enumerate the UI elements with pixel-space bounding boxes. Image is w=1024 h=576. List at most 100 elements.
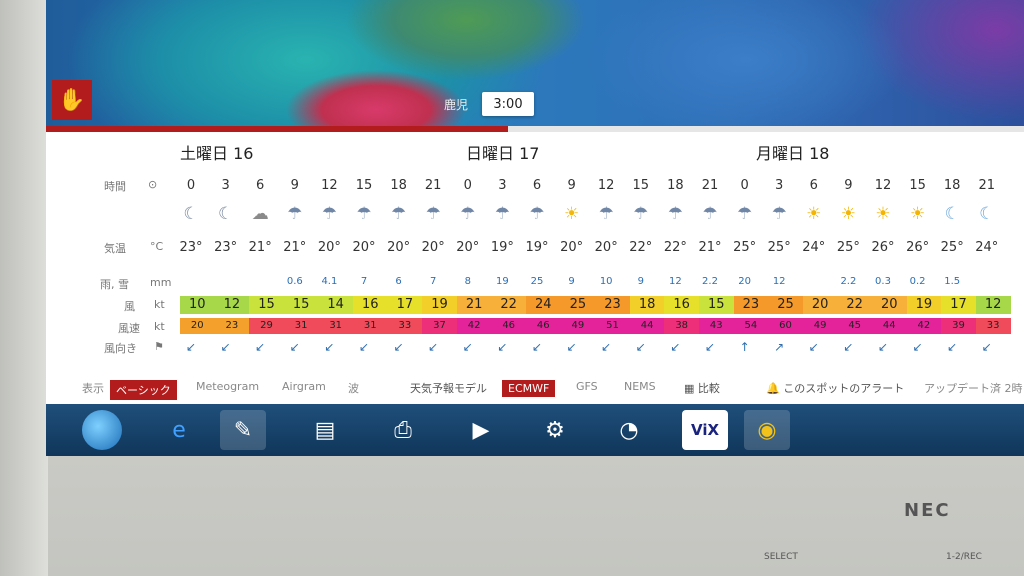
airgram-tab[interactable]: Airgram (282, 380, 326, 393)
bell-icon: 🔔 (766, 382, 780, 395)
hour-cell: 9 (290, 178, 299, 193)
map-city-label: 鹿児 (444, 98, 469, 112)
precip-cell: 7 (360, 276, 368, 287)
precip-cell: 1.5 (944, 276, 961, 287)
temp-cell: 22° (629, 240, 653, 255)
photo-app-icon[interactable]: ✎ (220, 410, 266, 450)
hour-cell: 12 (874, 178, 892, 193)
wind-value: 15 (292, 297, 310, 312)
precip-cell: 4.1 (321, 276, 338, 287)
gust-segment: 31 (318, 318, 354, 334)
compare-button[interactable]: ▦ 比較 (684, 380, 720, 396)
wind-dir-arrow: ↙ (255, 340, 266, 354)
chart-app-icon[interactable]: ◔ (606, 410, 652, 450)
gust-value: 44 (882, 320, 896, 331)
vix-icon[interactable]: ViX (682, 410, 728, 450)
precip-cell: 12 (669, 276, 682, 287)
wind-value: 22 (500, 297, 517, 312)
wind-direction-row: ↙ ↙ ↙ ↙ ↙ ↙ ↙ ↙ ↙ ↙ ↙ ↙ ↙ ↙ ↙ ↙ ↑ ↗ ↙ ↙ ↙ ↙ ↙ ↙ (174, 340, 1024, 360)
gust-value: 31 (294, 320, 308, 331)
gust-value: 42 (467, 320, 481, 331)
wind-label: 風 (124, 300, 135, 313)
basic-button[interactable]: ベーシック (110, 380, 177, 400)
wind-value: 20 (811, 297, 829, 312)
gust-segment: 31 (283, 318, 319, 334)
precip-cell: 9 (637, 276, 644, 287)
wind-dir-arrow: ↙ (393, 340, 404, 354)
hour-cell: 0 (740, 178, 749, 193)
start-button[interactable] (82, 410, 122, 450)
gfs-tab[interactable]: GFS (576, 380, 598, 393)
wind-dir-arrow: ↙ (428, 340, 439, 354)
clock-icon: ⊙ (148, 178, 158, 191)
rain-icon: ☂ (633, 204, 649, 224)
meteogram-tab[interactable]: Meteogram (196, 380, 259, 393)
printer-icon[interactable]: ⎙ (380, 410, 426, 450)
ecmwf-button[interactable]: ECMWF (502, 380, 556, 397)
wind-dir-arrow: ↙ (220, 340, 231, 354)
internet-explorer-icon[interactable]: e (156, 410, 202, 450)
wind-dir-arrow: ↙ (670, 340, 681, 354)
wind-segment: 15 (249, 296, 285, 314)
folder-icon[interactable]: ▤ (302, 410, 348, 450)
moon-cloud-icon: ☾ (183, 204, 199, 224)
gust-segment: 60 (768, 318, 804, 334)
wind-segment: 16 (664, 296, 700, 314)
timeline-slider[interactable] (46, 126, 1024, 132)
weather-map[interactable]: 鹿児 ✋ 3:00 (46, 0, 1024, 128)
wind-value: 12 (984, 297, 1002, 312)
hour-cell: 0 (186, 178, 196, 193)
precip-cell: 2.2 (702, 276, 718, 287)
hour-cell: 18 (943, 178, 961, 193)
gust-segment: 23 (214, 318, 250, 334)
monitor-bezel-left (0, 0, 48, 576)
precip-cell: 10 (599, 276, 613, 287)
chrome-icon[interactable]: ◉ (744, 410, 790, 450)
day-headers: 土曜日 16 日曜日 17 月曜日 18 (46, 140, 1024, 166)
wind-dir-arrow: ↙ (324, 340, 335, 354)
wind-segment: 10 (180, 296, 216, 314)
sun-icon: ☀ (806, 204, 822, 224)
gust-value: 37 (433, 320, 446, 331)
wave-tab[interactable]: 波 (348, 380, 359, 396)
gust-value: 51 (606, 320, 619, 331)
gust-value: 49 (571, 320, 585, 331)
day-header: 土曜日 16 (180, 144, 254, 163)
gust-segment: 42 (906, 318, 942, 334)
temp-label: 気温 (104, 242, 126, 255)
gust-value: 60 (779, 320, 792, 331)
grid-icon: ▦ (684, 382, 695, 395)
rain-icon: ☂ (425, 204, 441, 224)
wind-segment: 20 (802, 296, 838, 314)
gust-segment: 44 (872, 318, 908, 334)
bottom-controls: 表示 ベーシック Meteogram Airgram 波 天気予報モデル ECM… (46, 372, 1024, 402)
precip-cell: 0.2 (909, 276, 926, 287)
wind-value: 23 (742, 297, 760, 312)
hour-cell: 18 (667, 178, 684, 193)
gust-value: 33 (986, 320, 1000, 331)
hand-cursor-icon[interactable]: ✋ (52, 80, 92, 120)
wind-segment: 22 (837, 296, 873, 314)
wind-segment: 15 (283, 296, 319, 314)
wind-value: 24 (535, 297, 552, 312)
gust-value: 23 (225, 320, 239, 331)
precip-cell: 25 (530, 276, 544, 287)
nems-tab[interactable]: NEMS (624, 380, 656, 393)
wind-value: 10 (189, 297, 206, 312)
gust-segment: 49 (560, 318, 596, 334)
wind-value: 22 (846, 297, 863, 312)
wind-value: 18 (638, 297, 656, 312)
hour-cell: 12 (321, 178, 338, 193)
gust-value: 31 (363, 320, 377, 331)
hour-cell: 3 (775, 178, 784, 193)
wind-dir-arrow: ↙ (704, 340, 716, 354)
wind-value: 14 (327, 297, 344, 312)
precip-cell: 7 (430, 276, 437, 287)
media-player-icon[interactable]: ▶ (458, 410, 504, 450)
wind-value: 17 (950, 297, 967, 312)
dir-label: 風向き (104, 342, 137, 355)
alert-button[interactable]: 🔔 このスポットのアラート (766, 380, 904, 396)
app-icon[interactable]: ⚙ (532, 410, 578, 450)
wind-value: 16 (673, 297, 690, 312)
alert-label: このスポットのアラート (783, 382, 905, 395)
